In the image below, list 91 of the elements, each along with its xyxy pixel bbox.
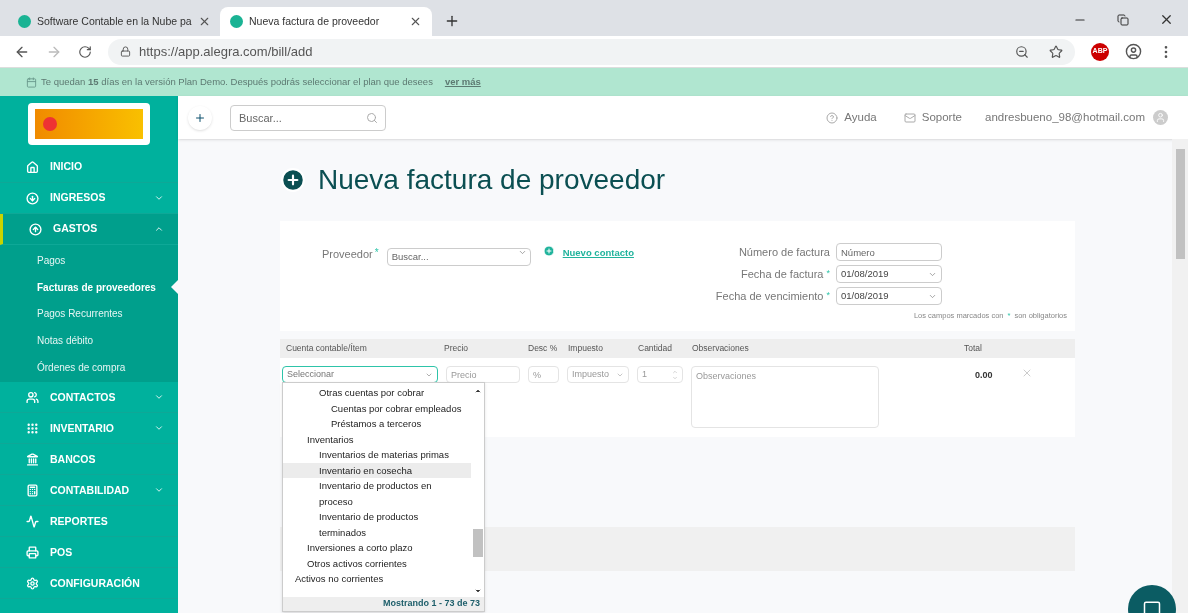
close-icon[interactable] — [1159, 12, 1174, 27]
caret-up-icon — [154, 224, 164, 234]
menu-item-icon — [29, 222, 42, 236]
column-header: Desc % — [528, 342, 559, 355]
submenu-item[interactable]: Órdenes de compra — [0, 353, 178, 381]
menu-item-icon — [26, 160, 39, 174]
address-bar[interactable]: https://app.alegra.com/bill/add — [108, 38, 1075, 65]
field-label: Proveedor — [322, 247, 373, 262]
dropdown-option[interactable]: Cuentas por cobrar empleados — [283, 400, 471, 416]
app-logo-icon — [230, 15, 243, 28]
app-logo-icon — [18, 15, 31, 28]
scrollbar-thumb[interactable] — [1175, 149, 1185, 259]
search-icon — [366, 111, 378, 124]
column-header: Cuenta contable/Ítem — [285, 342, 368, 355]
date-field[interactable]: 01/08/2019 — [836, 287, 942, 305]
zoom-icon[interactable] — [1015, 44, 1029, 59]
scroll-up-icon[interactable] — [473, 387, 482, 395]
column-header: Precio — [444, 342, 470, 355]
row-total: 0.00 — [975, 369, 993, 382]
required-mark: * — [826, 267, 830, 281]
lock-icon — [120, 46, 131, 57]
dropdown-option[interactable]: Otras cuentas por cobrar — [283, 385, 471, 401]
bookmark-icon[interactable] — [1049, 44, 1063, 59]
plus-icon — [194, 111, 206, 124]
menu-item-icon — [26, 545, 39, 559]
field-label: Fecha de factura — [740, 266, 824, 282]
dropdown-option[interactable]: Activos no corrientes — [283, 571, 471, 587]
page-title: Nueva factura de proveedor — [318, 163, 666, 197]
dropdown-option[interactable]: Otros activos corrientes — [283, 555, 471, 571]
submenu-item[interactable]: Notas débito — [0, 327, 178, 354]
reload-icon[interactable] — [78, 44, 92, 59]
column-header: Observaciones — [692, 342, 750, 355]
dropdown-option[interactable]: Inversiones a corto plazo — [283, 540, 471, 556]
scroll-down-icon[interactable] — [473, 587, 482, 595]
support-link[interactable]: Soporte — [921, 108, 962, 127]
scrollbar-thumb[interactable] — [472, 529, 483, 557]
add-button[interactable] — [188, 105, 212, 130]
menu-item-icon — [26, 452, 39, 466]
tax-select[interactable]: Impuesto — [567, 366, 629, 383]
required-mark: * — [826, 289, 830, 303]
url-text: https://app.alegra.com/bill/add — [139, 42, 314, 61]
menu-item-icon — [26, 390, 39, 404]
column-header: Total — [963, 342, 982, 355]
menu-item-icon — [26, 483, 39, 497]
menu-item-icon — [26, 421, 39, 435]
restore-icon[interactable] — [1117, 13, 1129, 26]
price-field[interactable]: Precio — [446, 366, 520, 383]
dropdown-option[interactable]: Inventario de productos terminados — [283, 509, 471, 540]
dropdown-footer: Mostrando 1 - 73 de 73 — [283, 597, 484, 611]
menu-item-icon — [26, 576, 39, 590]
page-scrollbar[interactable] — [1172, 139, 1188, 613]
caret-down-icon — [517, 248, 527, 257]
dropdown-option[interactable]: Inventarios de materias primas — [283, 447, 471, 463]
quantity-field[interactable]: 1 — [637, 366, 683, 383]
date-field[interactable]: 01/08/2019 — [836, 265, 942, 283]
mail-icon — [903, 111, 916, 124]
browser-tab[interactable]: Nueva factura de proveedor — [220, 7, 432, 36]
help-icon — [826, 111, 839, 124]
profile-icon[interactable] — [1125, 43, 1142, 60]
column-header: Impuesto — [568, 342, 604, 355]
trial-message: Te quedan 15 días en la versión Plan Demo. Después podrás seleccionar el plan que desees — [41, 74, 433, 89]
column-header: Cantidad — [638, 342, 674, 355]
chat-icon — [1143, 600, 1161, 613]
help-link[interactable]: Ayuda — [844, 108, 877, 127]
new-tab-icon[interactable] — [444, 13, 460, 29]
add-circle-icon — [542, 245, 555, 257]
submenu-item[interactable]: Pagos — [0, 247, 178, 274]
provider-select[interactable]: Buscar... — [386, 247, 531, 266]
menu-item-icon — [26, 514, 39, 528]
calendar-icon — [26, 76, 37, 88]
caret-down-icon — [154, 193, 164, 203]
discount-field[interactable]: % — [528, 366, 559, 383]
browser-tab[interactable]: Software Contable en la Nube pa — [8, 7, 220, 36]
user-email[interactable]: andresbueno_98@hotmail.com — [985, 108, 1145, 127]
search-field[interactable]: Buscar... — [230, 104, 386, 131]
field-label: Fecha de vencimiento — [715, 288, 824, 304]
dropdown-option[interactable]: Inventario en cosecha — [283, 462, 471, 478]
required-mark: * — [374, 246, 379, 260]
submenu-item[interactable]: Pagos Recurrentes — [0, 300, 178, 328]
add-circle-icon — [280, 167, 306, 193]
dropdown-option[interactable]: Préstamos a terceros — [283, 416, 471, 432]
dropdown-option[interactable]: Inventario de productos en proceso — [283, 478, 471, 509]
notes-field[interactable]: Observaciones — [691, 366, 879, 428]
dropdown-option[interactable]: Inventarios — [283, 431, 471, 447]
see-more-link[interactable]: ver más — [444, 74, 481, 90]
new-contact-link[interactable]: Nuevo contacto — [562, 246, 634, 261]
sidebar-item[interactable]: GASTOS — [0, 214, 178, 245]
field-label: Número de factura — [738, 244, 830, 260]
close-icon[interactable] — [409, 15, 422, 28]
invoice-number-field[interactable]: Número — [836, 243, 942, 261]
menu-item-icon — [26, 191, 39, 205]
